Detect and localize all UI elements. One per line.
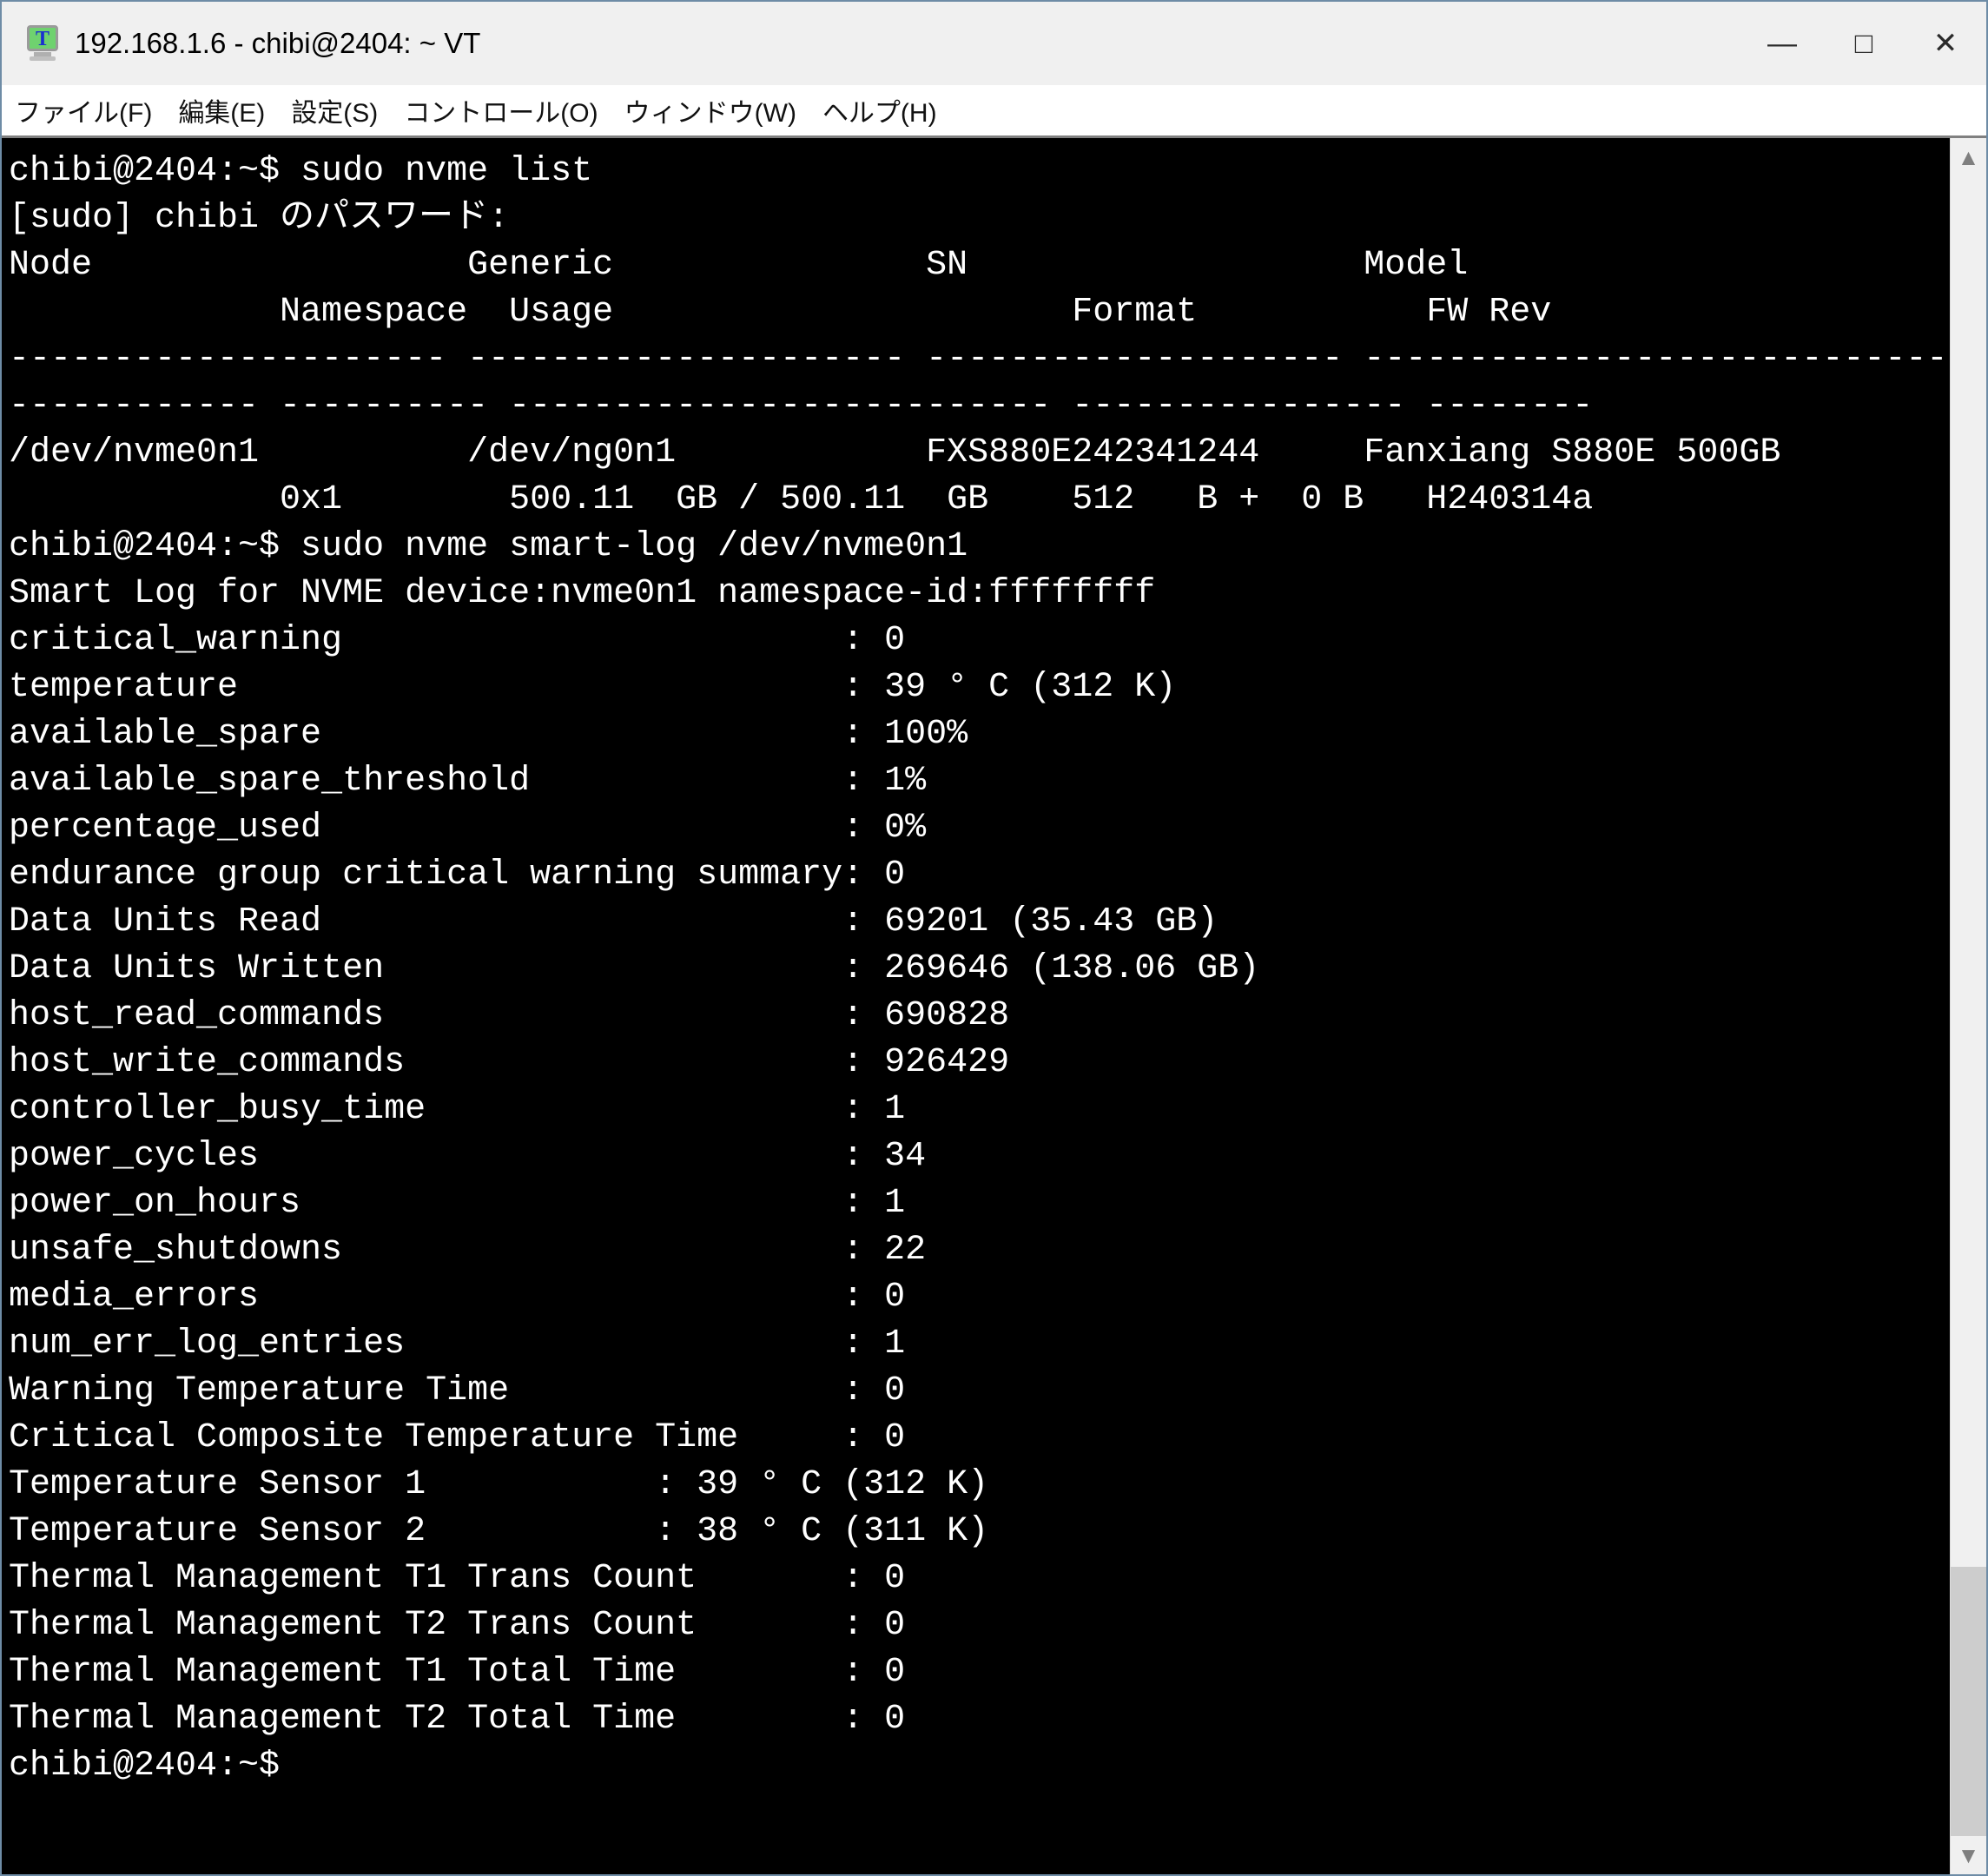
maximize-button[interactable]: □ [1823,2,1905,85]
menu-item-2[interactable]: 設定(S) [278,85,391,135]
teraterm-window: T 192.168.1.6 - chibi@2404: ~ VT — □ ✕ フ… [0,0,1988,1876]
title-bar[interactable]: T 192.168.1.6 - chibi@2404: ~ VT — □ ✕ [2,2,1986,85]
window-title: 192.168.1.6 - chibi@2404: ~ VT [75,27,481,59]
teraterm-icon-screen: T [27,25,58,51]
menu-bar: ファイル(F) 編集(E) 設定(S) コントロール(O) ウィンドウ(W) ヘルプ(H) [2,85,1986,135]
terminal-client-area: chibi@2404:~$ sudo nvme list [sudo] chib… [2,135,1986,1874]
scroll-down-arrow-icon[interactable]: ▼ [1951,1836,1986,1874]
menu-item-0[interactable]: ファイル(F) [2,85,165,135]
teraterm-icon-base [30,56,56,61]
minimize-button[interactable]: — [1741,2,1823,85]
menu-item-4[interactable]: ウィンドウ(W) [611,85,809,135]
close-button[interactable]: ✕ [1905,2,1986,85]
vertical-scrollbar[interactable]: ▲ ▼ [1950,138,1986,1874]
menu-item-5[interactable]: ヘルプ(H) [809,85,950,135]
scroll-up-arrow-icon[interactable]: ▲ [1951,138,1986,176]
window-controls: — □ ✕ [1741,2,1986,85]
menu-item-1[interactable]: 編集(E) [165,85,278,135]
menu-item-3[interactable]: コントロール(O) [391,85,611,135]
terminal-output[interactable]: chibi@2404:~$ sudo nvme list [sudo] chib… [2,138,1950,1874]
teraterm-app-icon: T [24,25,61,62]
scrollbar-thumb[interactable] [1951,1567,1986,1836]
